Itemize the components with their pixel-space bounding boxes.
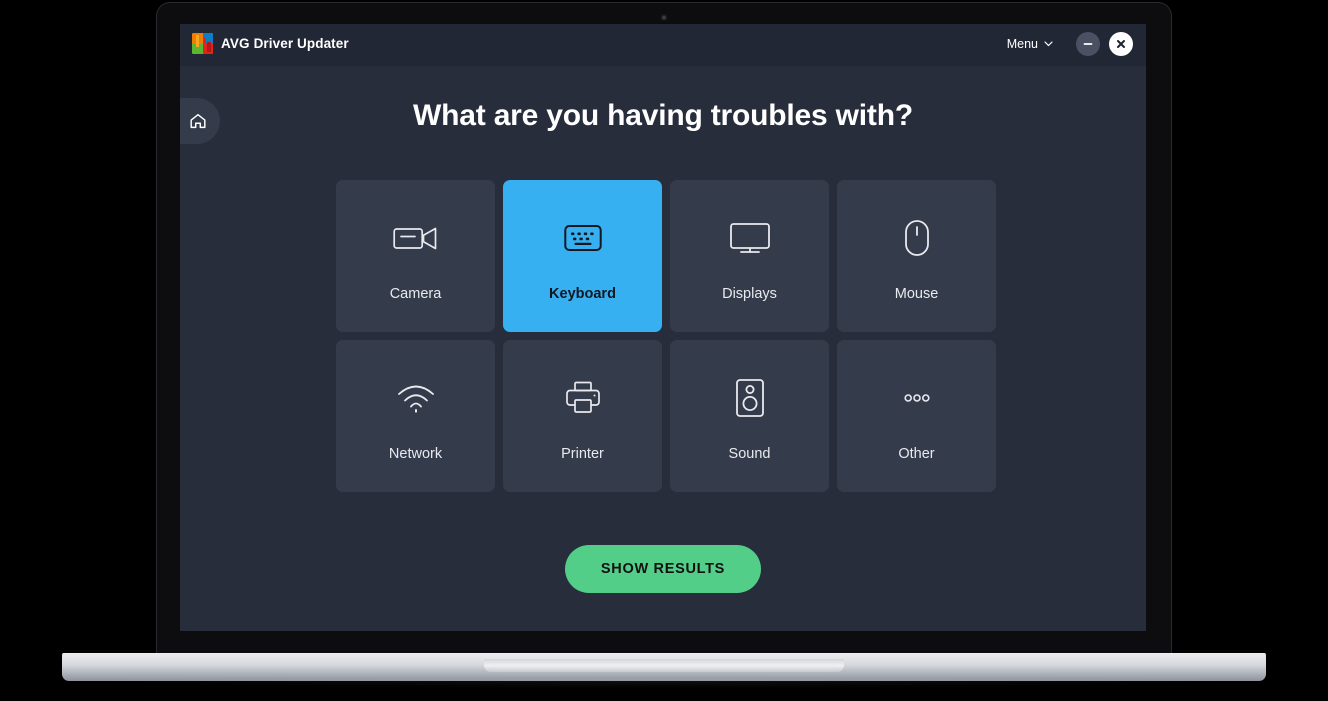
app-window: AVG Driver Updater Menu What are you hav… [180,24,1146,631]
tile-mouse[interactable]: Mouse [837,180,996,332]
brand: AVG Driver Updater [192,33,349,54]
display-icon [729,210,771,266]
close-icon [1117,40,1125,48]
laptop-base-shadow [62,679,1266,689]
tile-printer[interactable]: Printer [503,340,662,492]
tile-label: Printer [561,446,604,462]
ellipsis-icon [903,370,930,426]
menu-label: Menu [1006,37,1038,51]
minus-icon [1083,43,1093,45]
camera-icon [392,210,439,266]
mouse-icon [904,210,930,266]
printer-icon [565,370,601,426]
brand-text: AVG Driver Updater [221,36,349,51]
tile-label: Displays [722,286,777,302]
keyboard-icon [563,210,602,266]
tile-label: Mouse [894,286,939,302]
tile-displays[interactable]: Displays [670,180,829,332]
titlebar: AVG Driver Updater Menu [180,24,1146,66]
webcam-icon [660,14,668,21]
tile-label: Network [388,446,443,462]
show-results-button[interactable]: SHOW RESULTS [565,545,761,593]
tile-label: Camera [389,286,442,302]
tile-label: Sound [728,446,771,462]
laptop-mockup: AVG Driver Updater Menu What are you hav… [0,0,1328,701]
chevron-down-icon [1044,41,1053,47]
tile-keyboard[interactable]: Keyboard [503,180,662,332]
laptop-base-notch [484,659,844,672]
tile-network[interactable]: Network [336,340,495,492]
tile-label: Other [898,446,935,462]
close-button[interactable] [1109,32,1133,56]
wifi-icon [396,370,436,426]
brand-product-label: Driver Updater [253,36,349,51]
avg-logo-icon [192,33,213,54]
tile-sound[interactable]: Sound [670,340,829,492]
trouble-category-grid: Camera Keyboard Displays Mouse Network P… [336,180,998,492]
tile-camera[interactable]: Camera [336,180,495,332]
tile-label: Keyboard [549,286,616,302]
menu-button[interactable]: Menu [1001,33,1059,55]
minimize-button[interactable] [1076,32,1100,56]
page-title: What are you having troubles with? [413,99,913,132]
speaker-icon [735,370,765,426]
tile-other[interactable]: Other [837,340,996,492]
brand-avg-label: AVG [221,36,250,51]
window-controls: Menu [1001,32,1133,56]
